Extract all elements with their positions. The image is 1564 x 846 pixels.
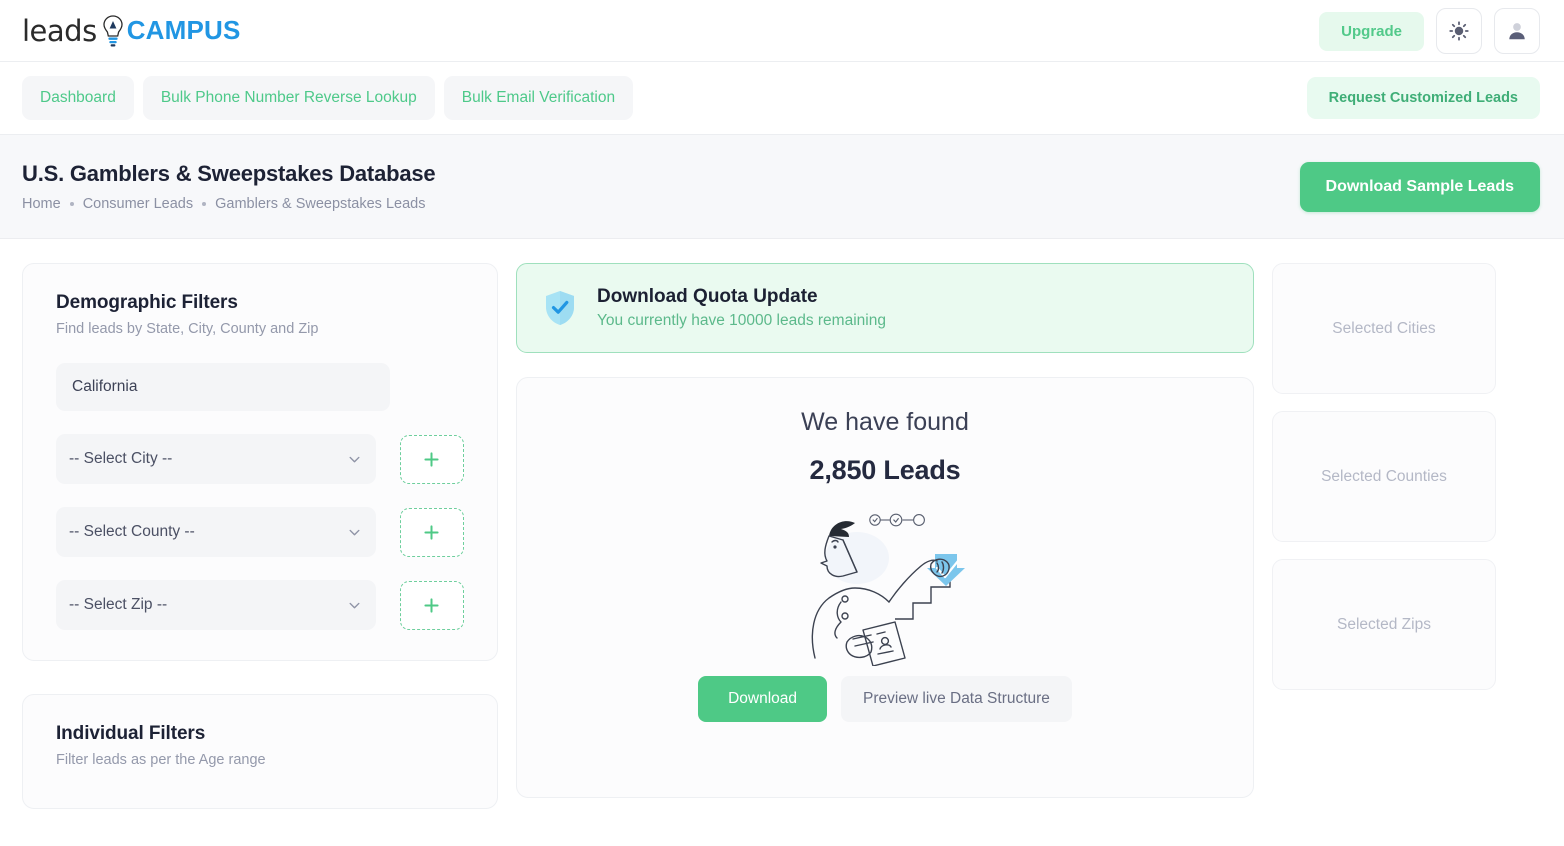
brand-logo[interactable]: leads CAMPUS (22, 14, 241, 48)
person-with-document-illustration (811, 513, 965, 666)
state-input[interactable]: California (56, 363, 390, 411)
right-selection-column: Selected Cities Selected Counties Select… (1272, 263, 1496, 707)
secondary-nav-bar: Dashboard Bulk Phone Number Reverse Look… (0, 62, 1564, 135)
brand-logo-text-leads: leads (22, 13, 97, 48)
selected-counties-panel[interactable]: Selected Counties (1272, 411, 1496, 542)
individual-filters-subtitle: Filter leads as per the Age range (56, 752, 266, 768)
main-content: Demographic Filters Find leads by State,… (0, 239, 1564, 809)
select-city-dropdown[interactable]: -- Select City -- (56, 434, 376, 484)
account-button[interactable] (1494, 8, 1540, 54)
select-city-label: -- Select City -- (69, 450, 173, 467)
nav-tab-bulk-phone-lookup[interactable]: Bulk Phone Number Reverse Lookup (142, 76, 435, 120)
select-county-label: -- Select County -- (69, 523, 195, 540)
add-city-button[interactable] (399, 434, 464, 484)
results-lead-count: 2,850 Leads (809, 455, 961, 485)
select-zip-label: -- Select Zip -- (69, 596, 168, 613)
selected-cities-panel[interactable]: Selected Cities (1272, 263, 1496, 394)
results-card: We have found 2,850 Leads Download Previ… (516, 377, 1254, 798)
user-avatar-icon (1509, 23, 1525, 40)
individual-filters-title: Individual Filters (56, 723, 206, 744)
theme-toggle-button[interactable] (1436, 8, 1482, 54)
page-title-bar: U.S. Gamblers & Sweepstakes Database Hom… (0, 135, 1564, 239)
quota-subtitle: You currently have 10000 leads remaining (597, 312, 886, 329)
breadcrumb: Home Consumer Leads Gamblers & Sweepstak… (22, 196, 435, 212)
request-customized-leads-button[interactable]: Request Customized Leads (1306, 77, 1540, 119)
city-filter-row: -- Select City -- (56, 434, 464, 484)
demographic-filters-title: Demographic Filters (56, 292, 238, 313)
breadcrumb-separator-icon (202, 202, 207, 206)
download-sample-leads-button[interactable]: Download Sample Leads (1299, 161, 1540, 212)
select-zip-dropdown[interactable]: -- Select Zip -- (56, 580, 376, 630)
brand-logo-text-campus: CAMPUS (126, 15, 241, 45)
chevron-down-icon (349, 456, 360, 462)
breadcrumb-item-gamblers-sweepstakes[interactable]: Gamblers & Sweepstakes Leads (215, 196, 425, 212)
sun-icon (1449, 21, 1469, 41)
selected-zips-panel[interactable]: Selected Zips (1272, 559, 1496, 690)
breadcrumb-item-consumer-leads[interactable]: Consumer Leads (83, 196, 193, 212)
upgrade-button[interactable]: Upgrade (1319, 11, 1424, 51)
nav-tab-dashboard[interactable]: Dashboard (22, 76, 134, 120)
results-action-buttons: Download Preview live Data Structure (537, 676, 1233, 722)
select-county-dropdown[interactable]: -- Select County -- (56, 507, 376, 557)
nav-tab-bulk-email-verification[interactable]: Bulk Email Verification (443, 76, 634, 120)
nav-tab-list: Dashboard Bulk Phone Number Reverse Look… (22, 76, 634, 120)
breadcrumb-item-home[interactable]: Home (22, 196, 61, 212)
chevron-down-icon (349, 529, 360, 535)
left-filter-column: Demographic Filters Find leads by State,… (22, 263, 498, 809)
lightbulb-icon (103, 14, 123, 46)
center-results-column: Download Quota Update You currently have… (516, 263, 1254, 798)
top-header-bar: leads CAMPUS Upgrade (0, 0, 1564, 62)
shield-check-icon (546, 291, 574, 325)
top-header-actions: Upgrade (1319, 0, 1540, 62)
demographic-filters-card: Demographic Filters Find leads by State,… (22, 263, 498, 661)
download-button[interactable]: Download (698, 676, 827, 722)
chevron-down-icon (349, 602, 360, 608)
quota-title: Download Quota Update (597, 286, 818, 307)
breadcrumb-separator-icon (69, 202, 74, 206)
plus-icon (424, 597, 439, 613)
plus-icon (424, 524, 439, 540)
demographic-filters-subtitle: Find leads by State, City, County and Zi… (56, 321, 319, 337)
add-zip-button[interactable] (399, 580, 464, 630)
page-title: U.S. Gamblers & Sweepstakes Database (22, 161, 436, 186)
plus-icon (424, 451, 439, 467)
download-quota-alert: Download Quota Update You currently have… (516, 263, 1254, 353)
results-found-label: We have found (801, 408, 969, 436)
preview-data-structure-button[interactable]: Preview live Data Structure (841, 676, 1072, 722)
zip-filter-row: -- Select Zip -- (56, 580, 464, 630)
add-county-button[interactable] (399, 507, 464, 557)
county-filter-row: -- Select County -- (56, 507, 464, 557)
individual-filters-card: Individual Filters Filter leads as per t… (22, 694, 498, 809)
